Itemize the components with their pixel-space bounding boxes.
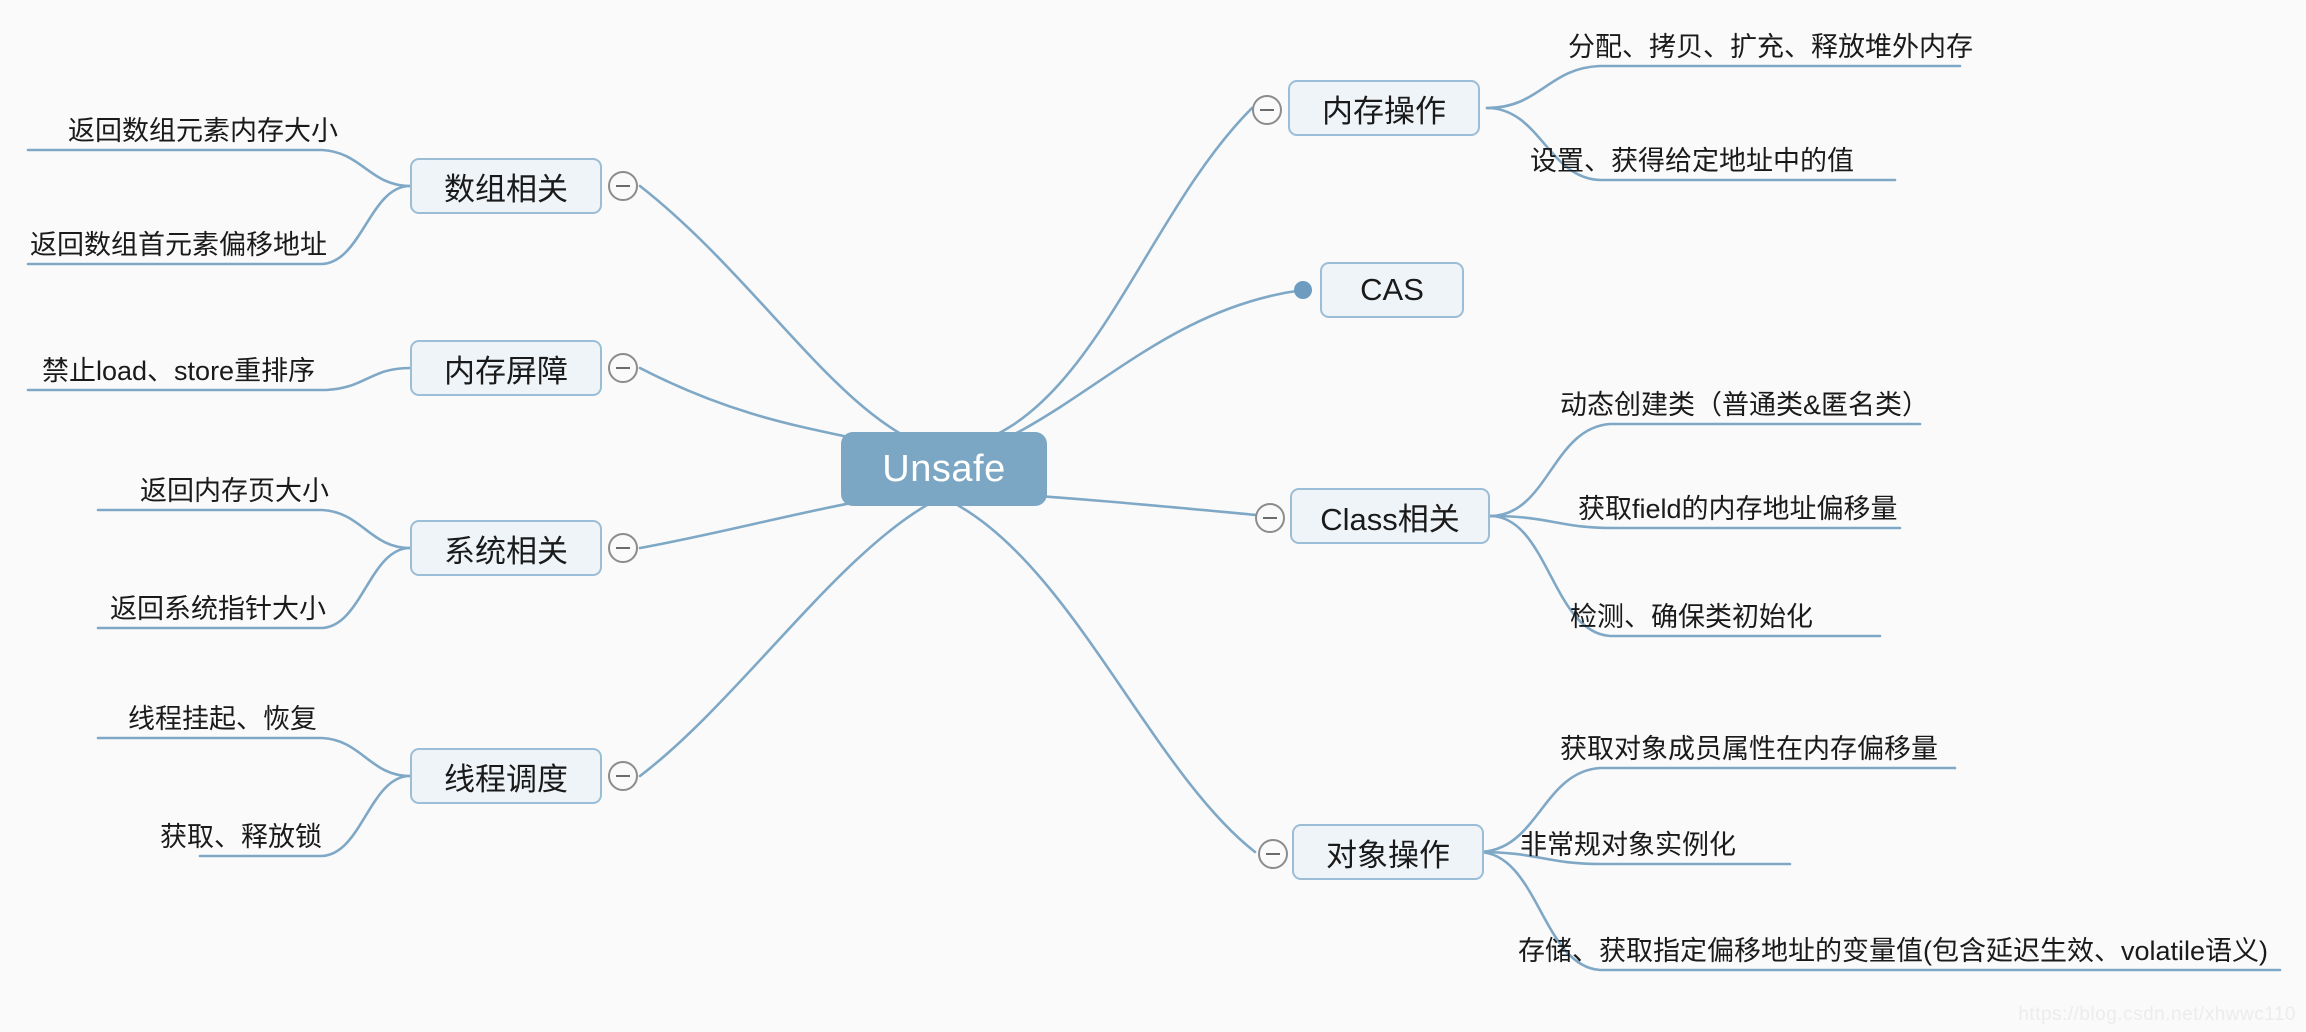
branch-node-cas[interactable]: CAS <box>1320 262 1464 318</box>
edge-system-leaf-0 <box>96 508 412 550</box>
edge-thread-leaf-0 <box>96 736 412 778</box>
leaf-memory-barrier-0[interactable]: 禁止load、store重排序 <box>42 358 315 385</box>
leaf-object-ops-2[interactable]: 存储、获取指定偏移地址的变量值(包含延迟生效、volatile语义) <box>1518 938 2268 965</box>
leaf-system-0[interactable]: 返回内存页大小 <box>140 478 329 505</box>
branch-node-memory-ops[interactable]: 内存操作 <box>1288 80 1480 136</box>
root-node-label: Unsafe <box>882 447 1006 490</box>
branch-node-object-ops-label: 对象操作 <box>1326 837 1450 873</box>
collapse-toggle-class[interactable] <box>1255 503 1285 533</box>
mindmap-edges <box>26 64 2282 972</box>
collapse-toggle-array[interactable] <box>608 171 638 201</box>
branch-node-memory-barrier[interactable]: 内存屏障 <box>410 340 602 396</box>
edge-array-leaf-0 <box>26 148 412 188</box>
branch-node-array-label: 数组相关 <box>444 171 568 207</box>
branch-node-cas-label: CAS <box>1360 272 1424 307</box>
branch-node-thread-label: 线程调度 <box>444 761 568 797</box>
branch-node-object-ops[interactable]: 对象操作 <box>1292 824 1484 880</box>
collapse-toggle-system[interactable] <box>608 533 638 563</box>
leaf-dot-cas[interactable] <box>1294 281 1312 299</box>
leaf-thread-0[interactable]: 线程挂起、恢复 <box>128 706 317 733</box>
branch-node-system[interactable]: 系统相关 <box>410 520 602 576</box>
leaf-memory-ops-0[interactable]: 分配、拷贝、扩充、释放堆外内存 <box>1568 34 1973 61</box>
leaf-class-1[interactable]: 获取field的内存地址偏移量 <box>1578 496 1898 523</box>
edge-root-object <box>946 498 1257 854</box>
branch-node-class[interactable]: Class相关 <box>1290 488 1490 544</box>
leaf-class-0[interactable]: 动态创建类（普通类&匿名类） <box>1560 392 1929 419</box>
collapse-toggle-object-ops[interactable] <box>1258 839 1288 869</box>
leaf-memory-ops-1[interactable]: 设置、获得给定地址中的值 <box>1530 148 1854 175</box>
edge-root-array <box>638 184 938 452</box>
watermark: https://blog.csdn.net/xhwwc110 <box>2018 1004 2296 1025</box>
collapse-toggle-memory-ops[interactable] <box>1252 95 1282 125</box>
leaf-array-0[interactable]: 返回数组元素内存大小 <box>68 118 338 145</box>
leaf-array-1[interactable]: 返回数组首元素偏移地址 <box>30 232 327 259</box>
branch-node-memory-barrier-label: 内存屏障 <box>444 353 568 389</box>
branch-node-thread[interactable]: 线程调度 <box>410 748 602 804</box>
edge-root-thread <box>638 498 938 778</box>
root-node-unsafe[interactable]: Unsafe <box>841 432 1047 506</box>
leaf-object-ops-0[interactable]: 获取对象成员属性在内存偏移量 <box>1560 736 1938 763</box>
leaf-system-1[interactable]: 返回系统指针大小 <box>110 596 326 623</box>
branch-node-array[interactable]: 数组相关 <box>410 158 602 214</box>
leaf-class-2[interactable]: 检测、确保类初始化 <box>1570 604 1813 631</box>
branch-node-memory-ops-label: 内存操作 <box>1322 93 1446 129</box>
leaf-object-ops-1[interactable]: 非常规对象实例化 <box>1520 832 1736 859</box>
edge-memops-leaf-0 <box>1485 64 1962 110</box>
branch-node-class-label: Class相关 <box>1320 501 1460 537</box>
mindmap-canvas: Unsafe 数组相关 返回数组元素内存大小 返回数组首元素偏移地址 内存屏障 … <box>0 0 2306 1032</box>
collapse-toggle-thread[interactable] <box>608 761 638 791</box>
branch-node-system-label: 系统相关 <box>444 533 568 569</box>
edge-root-memory-ops <box>946 106 1254 452</box>
leaf-thread-1[interactable]: 获取、释放锁 <box>160 824 322 851</box>
collapse-toggle-memory-barrier[interactable] <box>608 353 638 383</box>
